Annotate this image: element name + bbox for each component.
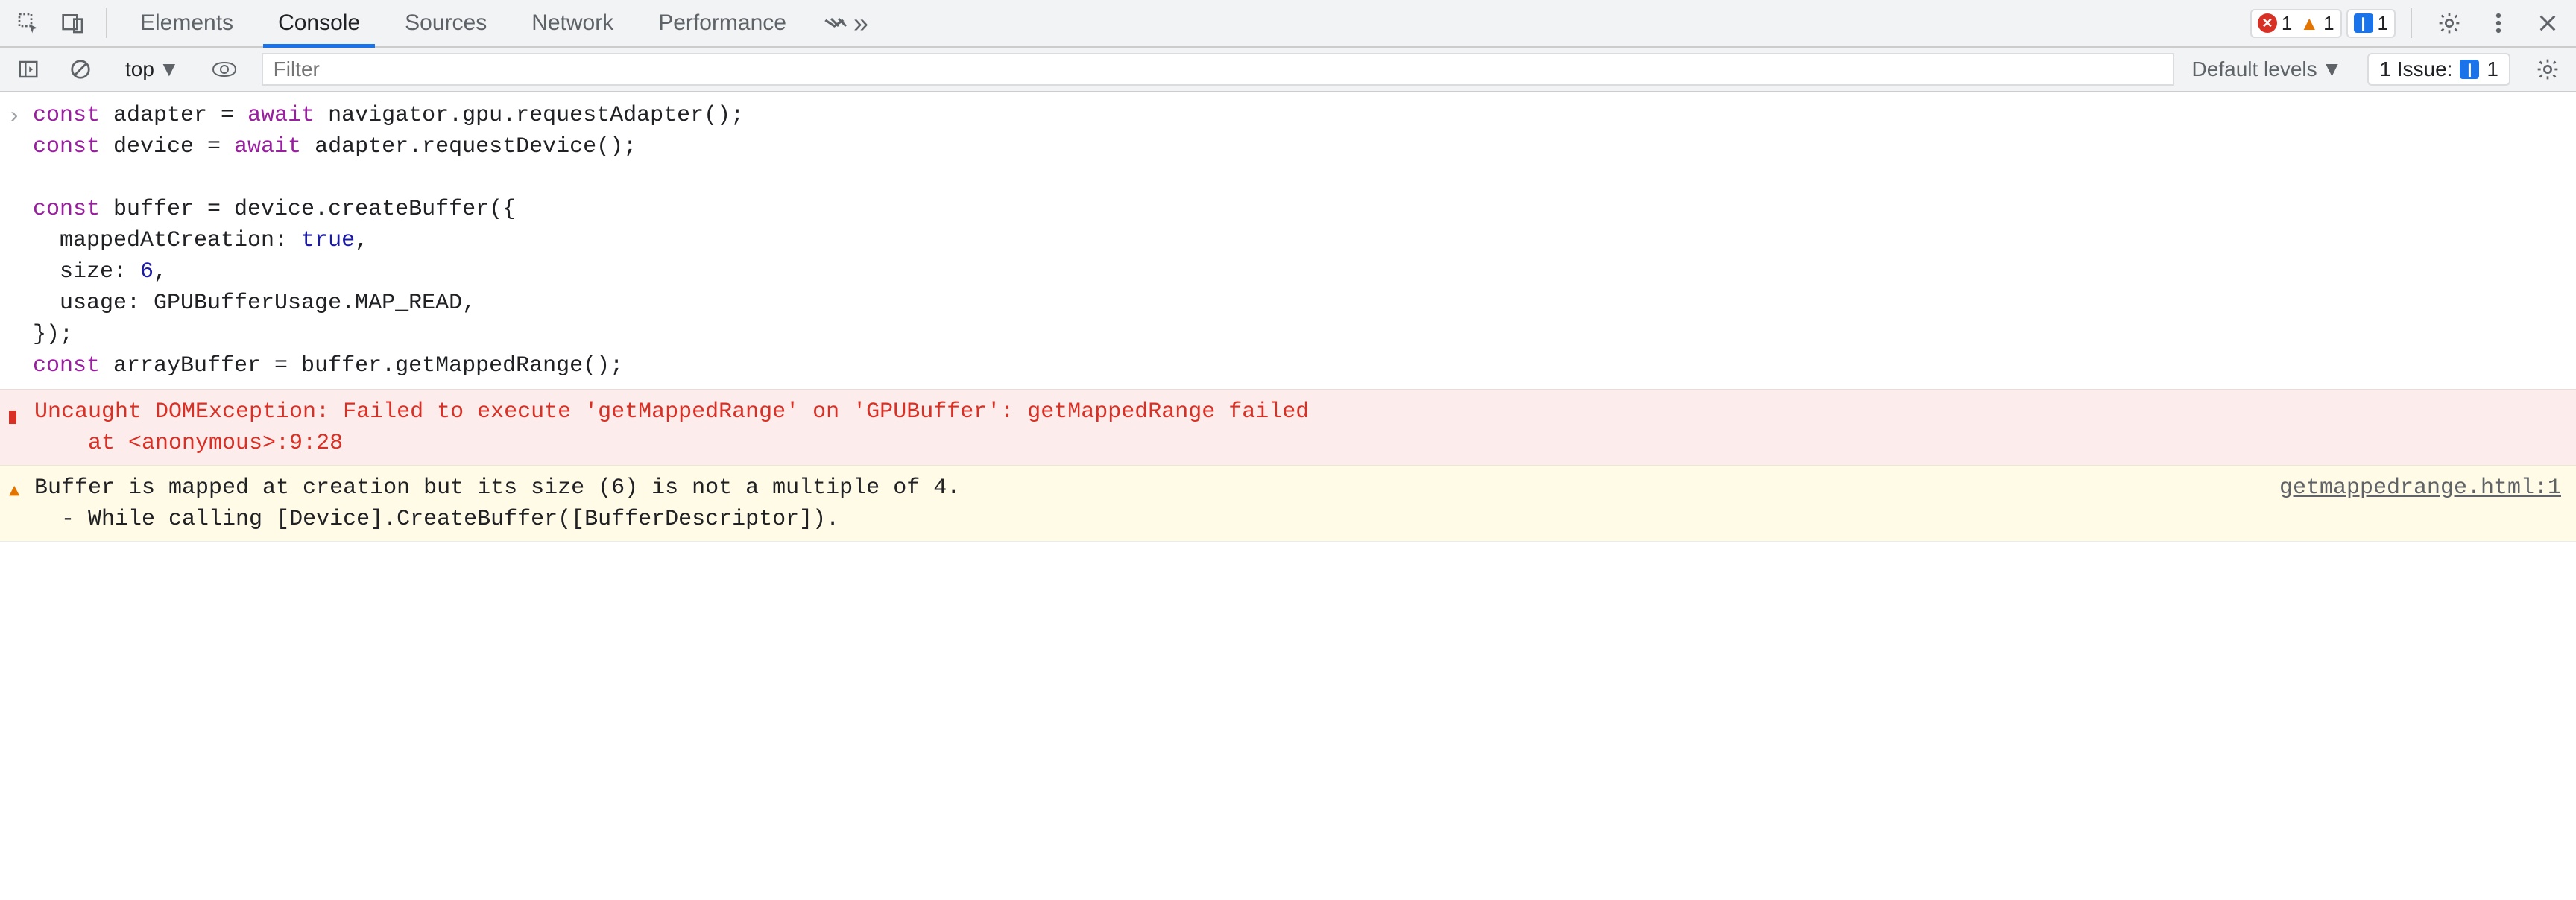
clear-console-icon[interactable]	[63, 51, 98, 87]
tab-elements[interactable]: Elements	[118, 0, 256, 46]
context-label: top	[125, 57, 154, 81]
count-value: 1	[2282, 12, 2292, 35]
tab-network[interactable]: Network	[509, 0, 636, 46]
device-toolbar-icon[interactable]	[55, 5, 91, 41]
chevron-down-icon: ▼	[2322, 57, 2343, 81]
console-input-row[interactable]: › const adapter = await navigator.gpu.re…	[0, 92, 2576, 389]
code-token: buffer = device.createBuffer({	[100, 197, 516, 222]
levels-label: Default levels	[2192, 57, 2317, 81]
issues-count: 1	[2487, 57, 2498, 81]
issues-label: 1 Issue:	[2379, 57, 2452, 81]
tab-sources[interactable]: Sources	[382, 0, 509, 46]
more-tabs-button[interactable]: »	[809, 0, 883, 46]
toolbar-right: ✕ 1 ▲ 1 ❙ 1	[2250, 5, 2570, 41]
info-icon: ❙	[2354, 13, 2373, 33]
issues-button[interactable]: 1 Issue: ❙ 1	[2367, 53, 2510, 86]
tab-label: Sources	[405, 10, 487, 36]
tab-performance[interactable]: Performance	[636, 0, 809, 46]
warning-count[interactable]: ▲ 1	[2299, 12, 2334, 35]
tab-label: Console	[278, 10, 360, 36]
code-token: arrayBuffer = buffer.getMappedRange();	[100, 353, 623, 378]
info-count[interactable]: ❙ 1	[2354, 12, 2388, 35]
warning-icon: ▲	[2299, 12, 2319, 35]
info-icon: ❙	[2460, 60, 2479, 79]
code-token: await	[234, 134, 301, 159]
count-value: 1	[2378, 12, 2388, 35]
code-token: const	[33, 103, 100, 128]
inspect-element-icon[interactable]	[10, 5, 46, 41]
code-token: const	[33, 134, 100, 159]
console-toolbar: top ▼ Default levels ▼ 1 Issue: ❙ 1	[0, 48, 2576, 92]
code-token: ,	[355, 228, 368, 253]
panel-tabs: Elements Console Sources Network Perform…	[118, 0, 883, 46]
filter-input[interactable]	[262, 53, 2174, 86]
code-token: size:	[33, 259, 140, 285]
message-text: Buffer is mapped at creation but its siz…	[34, 472, 2264, 535]
code-token: });	[33, 322, 73, 347]
kebab-menu-icon[interactable]	[2481, 5, 2516, 41]
tab-label: Performance	[658, 10, 786, 36]
prompt-icon: ›	[7, 100, 33, 381]
console-code: const adapter = await navigator.gpu.requ…	[33, 100, 2561, 381]
code-token: adapter.requestDevice();	[301, 134, 637, 159]
code-token: 6	[140, 259, 154, 285]
toggle-sidebar-icon[interactable]	[10, 51, 46, 87]
tab-label: Network	[531, 10, 613, 36]
live-expression-icon[interactable]	[206, 51, 242, 87]
code-token: adapter =	[100, 103, 247, 128]
log-levels-selector[interactable]: Default levels ▼	[2182, 57, 2353, 81]
error-icon: ✕	[9, 396, 34, 431]
separator	[2411, 8, 2412, 38]
code-token: device =	[100, 134, 234, 159]
code-token: mappedAtCreation:	[33, 228, 301, 253]
tab-console[interactable]: Console	[256, 0, 382, 46]
console-warning-message[interactable]: ▲ Buffer is mapped at creation but its s…	[0, 465, 2576, 541]
execution-context-selector[interactable]: top ▼	[118, 57, 187, 81]
close-icon[interactable]	[2530, 5, 2566, 41]
chevron-down-icon: ▼	[159, 57, 180, 81]
console-error-message[interactable]: ✕ Uncaught DOMException: Failed to execu…	[0, 389, 2576, 465]
code-token: navigator.gpu.requestAdapter();	[315, 103, 744, 128]
separator	[106, 8, 107, 38]
code-token: ,	[154, 259, 167, 285]
settings-gear-icon[interactable]	[2431, 5, 2467, 41]
info-count-group[interactable]: ❙ 1	[2346, 9, 2396, 38]
message-text: Uncaught DOMException: Failed to execute…	[34, 396, 2561, 459]
code-token: usage: GPUBufferUsage.MAP_READ,	[33, 291, 476, 316]
tab-label: Elements	[140, 10, 233, 36]
console-settings-gear-icon[interactable]	[2530, 51, 2566, 87]
warning-icon: ▲	[9, 472, 34, 507]
message-counts[interactable]: ✕ 1 ▲ 1	[2250, 9, 2342, 38]
code-token: true	[301, 228, 355, 253]
error-count[interactable]: ✕ 1	[2258, 12, 2292, 35]
error-icon: ✕	[2258, 13, 2277, 33]
devtools-main-toolbar: Elements Console Sources Network Perform…	[0, 0, 2576, 48]
code-token: const	[33, 353, 100, 378]
code-token: await	[247, 103, 315, 128]
count-value: 1	[2323, 12, 2334, 35]
code-token: const	[33, 197, 100, 222]
message-source-link[interactable]: getmappedrange.html:1	[2279, 472, 2561, 504]
end-divider	[0, 541, 2576, 542]
